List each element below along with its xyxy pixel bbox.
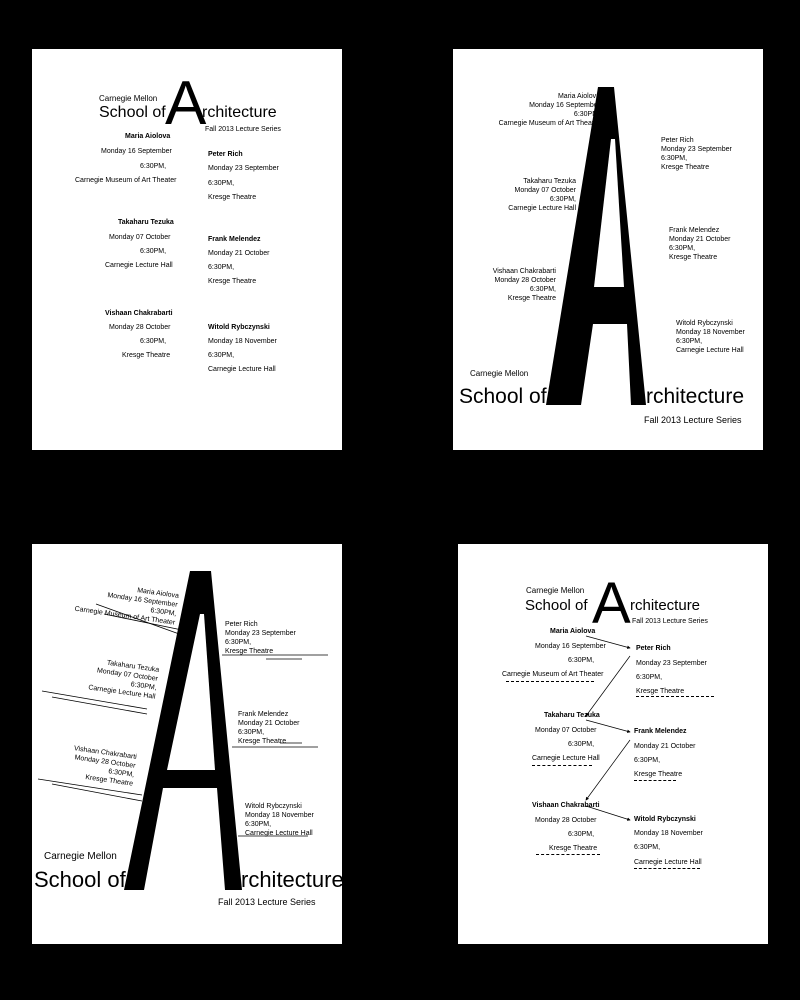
underline-dashes	[506, 681, 594, 682]
lecture-venue: Carnegie Museum of Art Theater	[502, 671, 604, 678]
poster-2: Carnegie Mellon School of rchitecture Fa…	[453, 49, 763, 450]
series-title: Fall 2013 Lecture Series	[632, 618, 708, 625]
lecture-date: Monday 16 September	[535, 643, 606, 650]
lecture-block: Witold Rybczynski Monday 18 November 6:30P…	[245, 803, 314, 837]
lecturer-name: Takaharu Tezuka	[544, 712, 600, 719]
lecturer-name: Maria Aiolova	[125, 133, 171, 140]
lecture-date: Monday 23 September	[636, 660, 707, 667]
series-title: Fall 2013 Lecture Series	[644, 415, 742, 425]
lecture-block: Frank Melendez Monday 21 October 6:30PM, Kr…	[669, 227, 731, 261]
lecture-date: Monday 28 October	[109, 324, 171, 331]
lecture-date: Monday 18 November	[634, 830, 703, 837]
lecture-date: Monday 07 October	[109, 234, 171, 241]
underline-dashes	[532, 765, 592, 766]
lecturer-name: Vishaan Chakrabarti	[105, 310, 173, 317]
lecturer-name: Peter Rich	[636, 645, 671, 652]
lecture-time: 6:30PM,	[140, 338, 167, 345]
poster-3: Carnegie Mellon School of rchitecture Fa…	[32, 544, 342, 944]
series-title: Fall 2013 Lecture Series	[218, 897, 316, 907]
big-letter: A	[592, 571, 631, 636]
lecture-date: Monday 23 September	[208, 165, 279, 172]
school-prefix: School of	[34, 867, 126, 892]
lecture-block: Vishaan Chakrabarti Monday 28 October 6:30…	[492, 268, 556, 302]
university-name: Carnegie Mellon	[99, 94, 158, 103]
lecture-date: Monday 16 September	[101, 148, 172, 155]
lecture-date: Monday 21 October	[634, 743, 696, 750]
poster-1: Carnegie Mellon School of A rchitecture …	[32, 49, 342, 450]
school-suffix: rchitecture	[630, 597, 701, 614]
school-prefix: School of	[99, 104, 166, 121]
lecture-venue: Kresge Theatre	[634, 771, 683, 778]
lecture-venue: Carnegie Museum of Art Theater	[75, 177, 177, 184]
lecture-block: Frank Melendez Monday 21 October 6:30PM, Kr…	[238, 711, 300, 745]
lecturer-name: Peter Rich	[208, 151, 243, 158]
lecturer-name: Vishaan Chakrabarti	[532, 802, 600, 809]
lecture-date: Monday 21 October	[208, 250, 270, 257]
lecture-time: 6:30PM,	[140, 163, 167, 170]
underline-dashes	[636, 696, 714, 697]
lecture-time: 6:30PM,	[634, 844, 661, 851]
lecture-venue: Kresge Theatre	[208, 194, 257, 201]
underline-dashes	[536, 854, 600, 855]
lecturer-name: Frank Melendez	[208, 236, 261, 243]
lecture-block: Peter Rich Monday 23 September 6:30PM, Kres…	[225, 621, 296, 655]
lecture-venue: Carnegie Lecture Hall	[532, 755, 600, 762]
poster-4: Carnegie Mellon School of A rchitecture …	[458, 544, 768, 944]
underline-dashes	[634, 780, 676, 781]
lecture-time: 6:30PM,	[568, 657, 595, 664]
underline-dashes	[634, 868, 700, 869]
lecture-block: Maria Aiolova Monday 16 September 6:30PM, C…	[498, 93, 600, 127]
lecture-venue: Carnegie Lecture Hall	[634, 859, 702, 866]
lecture-time: 6:30PM,	[208, 264, 235, 271]
lecturer-name: Maria Aiolova	[550, 628, 596, 635]
lecturer-name: Takaharu Tezuka	[118, 219, 174, 226]
lecturer-name: Witold Rybczynski	[208, 324, 270, 331]
lecture-time: 6:30PM,	[140, 248, 167, 255]
lecture-block: Peter Rich Monday 23 September 6:30PM, Kres…	[661, 137, 732, 171]
school-suffix: rchitecture	[202, 104, 277, 121]
university-name: Carnegie Mellon	[470, 369, 529, 378]
lecture-date: Monday 18 November	[208, 338, 277, 345]
lecture-time: 6:30PM,	[568, 831, 595, 838]
lecture-venue: Kresge Theatre	[549, 845, 598, 852]
university-name: Carnegie Mellon	[44, 851, 117, 862]
lecture-venue: Kresge Theatre	[208, 278, 257, 285]
lecture-venue: Kresge Theatre	[636, 688, 685, 695]
lecture-date: Monday 28 October	[535, 817, 597, 824]
lecture-time: 6:30PM,	[634, 757, 661, 764]
lecture-date: Monday 07 October	[535, 727, 597, 734]
lecturer-name: Witold Rybczynski	[634, 816, 696, 823]
lecture-venue: Carnegie Lecture Hall	[105, 262, 173, 269]
school-suffix: rchitecture	[646, 385, 745, 408]
lecturer-name: Frank Melendez	[634, 728, 687, 735]
university-name: Carnegie Mellon	[526, 586, 585, 595]
lecture-time: 6:30PM,	[208, 352, 235, 359]
school-suffix: rchitecture	[241, 867, 342, 892]
lecture-time: 6:30PM,	[636, 674, 663, 681]
school-prefix: School of	[459, 385, 547, 408]
big-letter: A	[165, 69, 207, 138]
lecture-time: 6:30PM,	[208, 180, 235, 187]
lecture-venue: Carnegie Lecture Hall	[208, 366, 276, 373]
lecture-block: Takaharu Tezuka Monday 07 October 6:30PM, C…	[508, 178, 576, 212]
lecture-block: Witold Rybczynski Monday 18 November 6:30P…	[676, 320, 745, 354]
lecture-venue: Kresge Theatre	[122, 352, 171, 359]
lecture-time: 6:30PM,	[568, 741, 595, 748]
series-title: Fall 2013 Lecture Series	[205, 126, 281, 133]
school-prefix: School of	[525, 597, 588, 614]
